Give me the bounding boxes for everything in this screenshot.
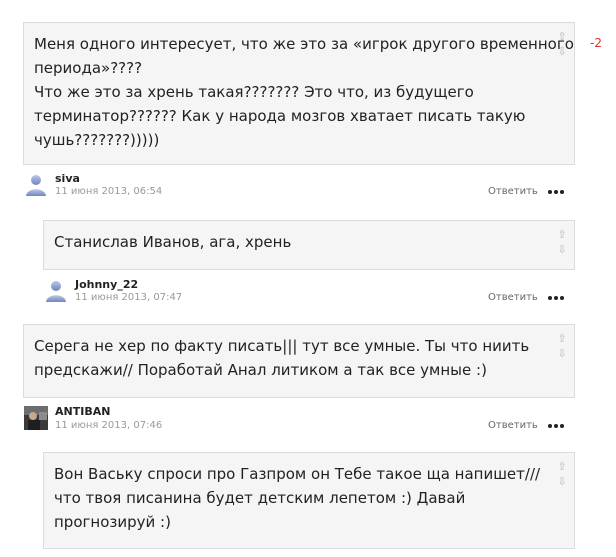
vote-down-icon[interactable]: ⇩ <box>556 476 568 488</box>
user-silhouette-icon <box>26 175 46 196</box>
avatar-antiban[interactable] <box>24 406 48 430</box>
comment-author[interactable]: siva <box>55 172 80 185</box>
more-dots-icon[interactable] <box>548 423 566 429</box>
comment-author[interactable]: ANTIBAN <box>55 405 110 418</box>
comment-author[interactable]: Johnny_22 <box>75 278 138 291</box>
comment-date: 11 июня 2013, 06:54 <box>55 186 163 197</box>
vote-up-icon[interactable]: ⇧ <box>556 461 568 473</box>
avatar-siva[interactable] <box>24 172 48 196</box>
more-dots-icon[interactable] <box>548 295 566 301</box>
comment-score: -2 <box>590 36 602 50</box>
avatar-johnny-22[interactable] <box>44 278 68 302</box>
vote-up-icon[interactable]: ⇧ <box>556 333 568 345</box>
comment-text-3: Серега не хер по факту писать||| тут все… <box>34 337 530 379</box>
vote-down-icon[interactable]: ⇩ <box>556 348 568 360</box>
reply-link[interactable]: Ответить <box>488 420 538 431</box>
reply-link[interactable]: Ответить <box>488 292 538 303</box>
vote-up-icon[interactable]: ⇧ <box>556 31 568 43</box>
comment-text-4: Вон Ваську спроси про Газпром он Тебе та… <box>54 465 541 531</box>
comment-bubble-1: Меня одного интересует, что же это за «и… <box>23 22 575 165</box>
vote-down-icon[interactable]: ⇩ <box>556 244 568 256</box>
more-dots-icon[interactable] <box>548 189 566 195</box>
comment-text-1: Меня одного интересует, что же это за «и… <box>34 35 574 149</box>
user-photo-avatar <box>24 406 48 430</box>
comment-text-2: Станислав Иванов, ага, хрень <box>54 233 292 251</box>
comment-date: 11 июня 2013, 07:46 <box>55 420 163 431</box>
comment-bubble-4: Вон Ваську спроси про Газпром он Тебе та… <box>43 452 575 549</box>
comment-bubble-3: Серега не хер по факту писать||| тут все… <box>23 324 575 398</box>
user-silhouette-icon <box>46 281 66 302</box>
comment-date: 11 июня 2013, 07:47 <box>75 292 183 303</box>
reply-link[interactable]: Ответить <box>488 186 538 197</box>
vote-down-icon[interactable]: ⇩ <box>556 46 568 58</box>
comment-bubble-2: Станислав Иванов, ага, хрень ⇧ ⇩ <box>43 220 575 270</box>
vote-up-icon[interactable]: ⇧ <box>556 229 568 241</box>
